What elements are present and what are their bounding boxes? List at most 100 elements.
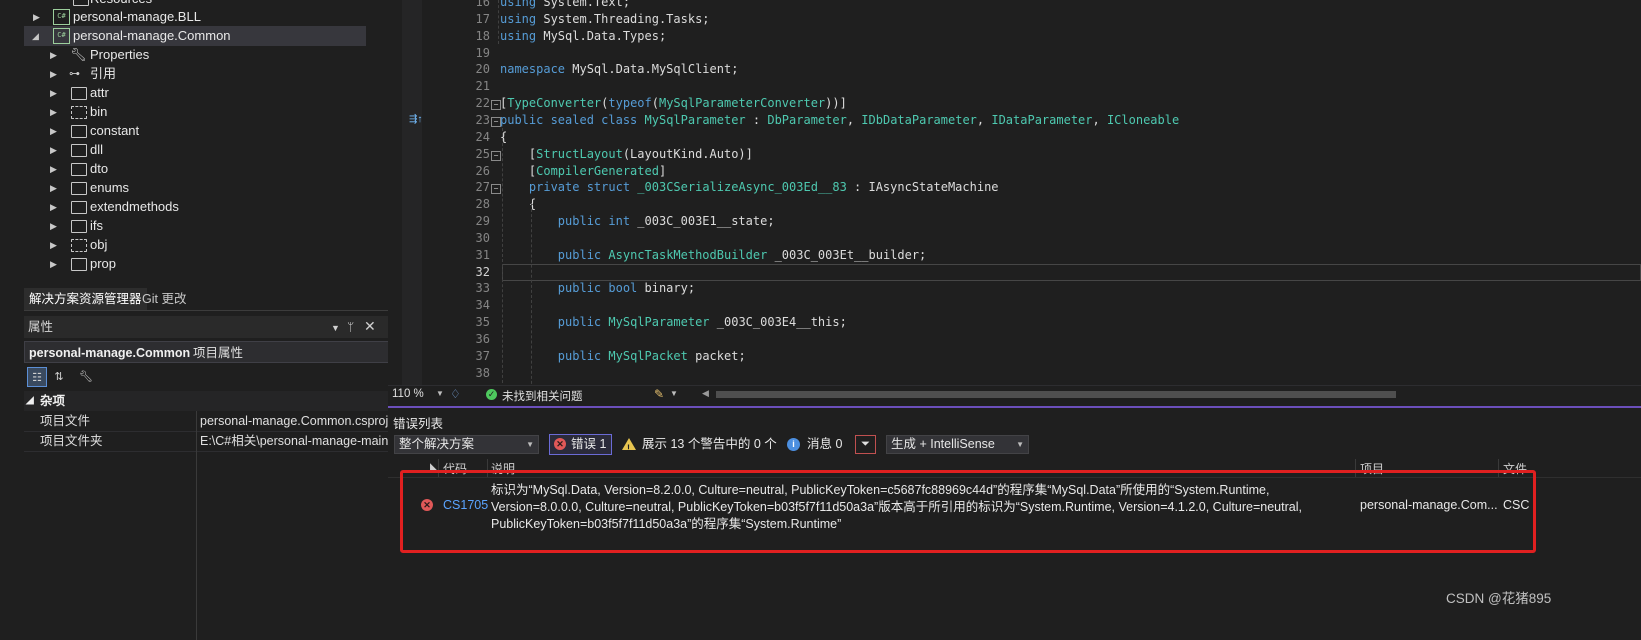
tree-item-label: dto [90,161,109,176]
code-line[interactable]: public int _003C_003E1__state; [500,214,775,228]
chevron-right-icon[interactable]: ▶ [50,254,57,274]
tree-item-enums[interactable]: ▶ enums [24,178,384,198]
chevron-down-icon[interactable]: ▼ [436,389,444,398]
check-icon: ✓ [486,389,497,400]
filter-icon[interactable]: ⏷ [855,435,876,454]
window-menu-icon[interactable]: ▼ [331,317,340,339]
horizontal-scrollbar-thumb[interactable] [716,391,1396,398]
issues-status[interactable]: 未找到相关问题 [502,388,583,404]
categorized-icon[interactable]: ☷ [27,367,47,387]
tree-item-obj[interactable]: ▶ obj [24,235,384,255]
line-number: 16 [475,0,490,9]
chevron-right-icon[interactable]: ▶ [50,64,57,84]
implements-icon[interactable]: ⇶↑ [409,113,423,127]
tree-item-ifs[interactable]: ▶ ifs [24,216,384,236]
build-source-dropdown[interactable]: 生成 + IntelliSense ▼ [886,435,1029,454]
tree-item-attr[interactable]: ▶ attr [24,83,384,103]
sort-alphabetical-icon[interactable]: ⇅ [49,367,69,387]
line-number: 21 [475,79,490,93]
csharp-project-icon: C# [53,28,70,44]
code-line[interactable]: public bool binary; [500,281,695,295]
error-icon: ✕ [554,438,566,450]
zoom-level[interactable]: 110 % [392,388,424,400]
tree-item-properties[interactable]: ▶ 🔧︎ Properties [24,45,384,65]
code-line[interactable]: [StructLayout(LayoutKind.Auto)] [500,147,753,161]
chevron-down-icon[interactable]: ◢ [32,26,39,46]
line-number: 20 [475,62,490,76]
line-number: 28 [475,197,490,211]
grid-splitter[interactable] [196,411,197,640]
tab-solution-explorer[interactable]: 解决方案资源管理器 [24,288,147,310]
line-number: 19 [475,46,490,60]
line-number: 26 [475,164,490,178]
chevron-right-icon[interactable]: ▶ [50,216,57,236]
category-row[interactable]: ◢ 杂项 [24,391,402,411]
code-line[interactable]: [TypeConverter(typeof(MySqlParameterConv… [500,96,847,110]
code-line[interactable]: using System.Threading.Tasks; [500,12,710,26]
csharp-project-icon: C# [53,9,70,25]
line-number: 18 [475,29,490,43]
errors-filter-button[interactable]: ✕ 错误 1 [549,434,612,455]
code-line[interactable]: public sealed class MySqlParameter : DbP… [500,113,1179,127]
code-editor[interactable]: ⇶↑ 16 using System.Text; 17 using System.Th… [402,0,1641,410]
scope-dropdown[interactable]: 整个解决方案 ▼ [394,435,539,454]
chevron-right-icon[interactable]: ▶ [50,159,57,179]
tree-item-personal-manage-common[interactable]: ◢ C# personal-manage.Common [24,26,366,46]
intellicode-icon[interactable]: ♢ [450,387,461,401]
chevron-right-icon[interactable]: ▶ [50,140,57,160]
tree-item-prop[interactable]: ▶ prop [24,254,384,274]
property-row[interactable]: 项目文件 personal-manage.Common.csproj [24,411,402,432]
tree-item-bin[interactable]: ▶ bin [24,102,384,122]
tree-item-extendmethods[interactable]: ▶ extendmethods [24,197,384,217]
tree-item-label: personal-manage.BLL [73,9,201,24]
solution-explorer-tree[interactable]: Resources ▶ C# personal-manage.BLL ◢ C# … [24,0,384,288]
chevron-right-icon[interactable]: ▶ [50,121,57,141]
code-line[interactable]: namespace MySql.Data.MySqlClient; [500,62,738,76]
code-line[interactable]: private struct _003CSerializeAsync_003Ed… [500,180,999,194]
chevron-down-icon[interactable]: ▼ [670,389,678,398]
tree-item-constant[interactable]: ▶ constant [24,121,384,141]
collapse-icon[interactable]: − [491,100,501,110]
collapse-icon[interactable]: − [491,184,501,194]
property-row[interactable]: 项目文件夹 E:\C#相关\personal-manage-main [24,431,402,452]
code-line[interactable]: using System.Text; [500,0,630,9]
tree-item-personal-manage-bll[interactable]: ▶ C# personal-manage.BLL [24,7,384,27]
scroll-left-icon[interactable]: ◀ [702,388,709,399]
chevron-right-icon[interactable]: ▶ [50,178,57,198]
build-source-value: 生成 + IntelliSense [891,437,995,451]
tab-git-changes[interactable]: Git 更改 [137,288,191,310]
warning-icon-mark: ! [627,443,630,453]
folder-icon [71,201,87,214]
chevron-right-icon[interactable]: ▶ [50,83,57,103]
chevron-right-icon[interactable]: ▶ [33,7,40,27]
tree-item-label: prop [90,256,117,271]
chevron-right-icon[interactable]: ▶ [50,235,57,255]
code-line[interactable]: public MySqlParameter _003C_003E4__this; [500,315,847,329]
chevron-down-icon: ▼ [526,440,534,449]
tree-item-dto[interactable]: ▶ dto [24,159,384,179]
tree-item-label: attr [90,85,109,100]
close-icon[interactable]: ✕ [364,315,376,337]
info-icon: i [787,438,800,451]
code-line[interactable]: public AsyncTaskMethodBuilder _003C_003E… [500,248,927,262]
pin-icon[interactable]: ᛘ [347,316,354,338]
references-icon: ⊶ [69,68,80,80]
tree-item-dll[interactable]: ▶ dll [24,140,384,160]
property-pages-icon[interactable]: 🔧︎ [76,367,96,387]
code-line[interactable]: using MySql.Data.Types; [500,29,666,43]
chevron-right-icon[interactable]: ▶ [50,102,57,122]
tree-item-references[interactable]: ▶ ⊶ 引用 [24,64,384,84]
folder-icon [71,163,87,176]
chevron-right-icon[interactable]: ▶ [50,45,57,65]
collapse-icon[interactable]: ◢ [26,391,34,411]
chevron-right-icon[interactable]: ▶ [50,197,57,217]
code-line[interactable]: public MySqlPacket packet; [500,349,746,363]
object-name: personal-manage.Common [29,346,191,360]
collapse-icon[interactable]: − [491,151,501,161]
scope-value: 整个解决方案 [399,437,475,451]
properties-object-selector[interactable]: personal-manage.Common 项目属性 ▼ [24,341,402,363]
code-line[interactable]: [CompilerGenerated] [500,164,666,178]
properties-toolbar: ☷ ⇅ 🔧︎ [24,364,402,390]
code-cleanup-icon[interactable]: ✎ [654,387,664,401]
collapse-icon[interactable]: − [491,117,501,127]
